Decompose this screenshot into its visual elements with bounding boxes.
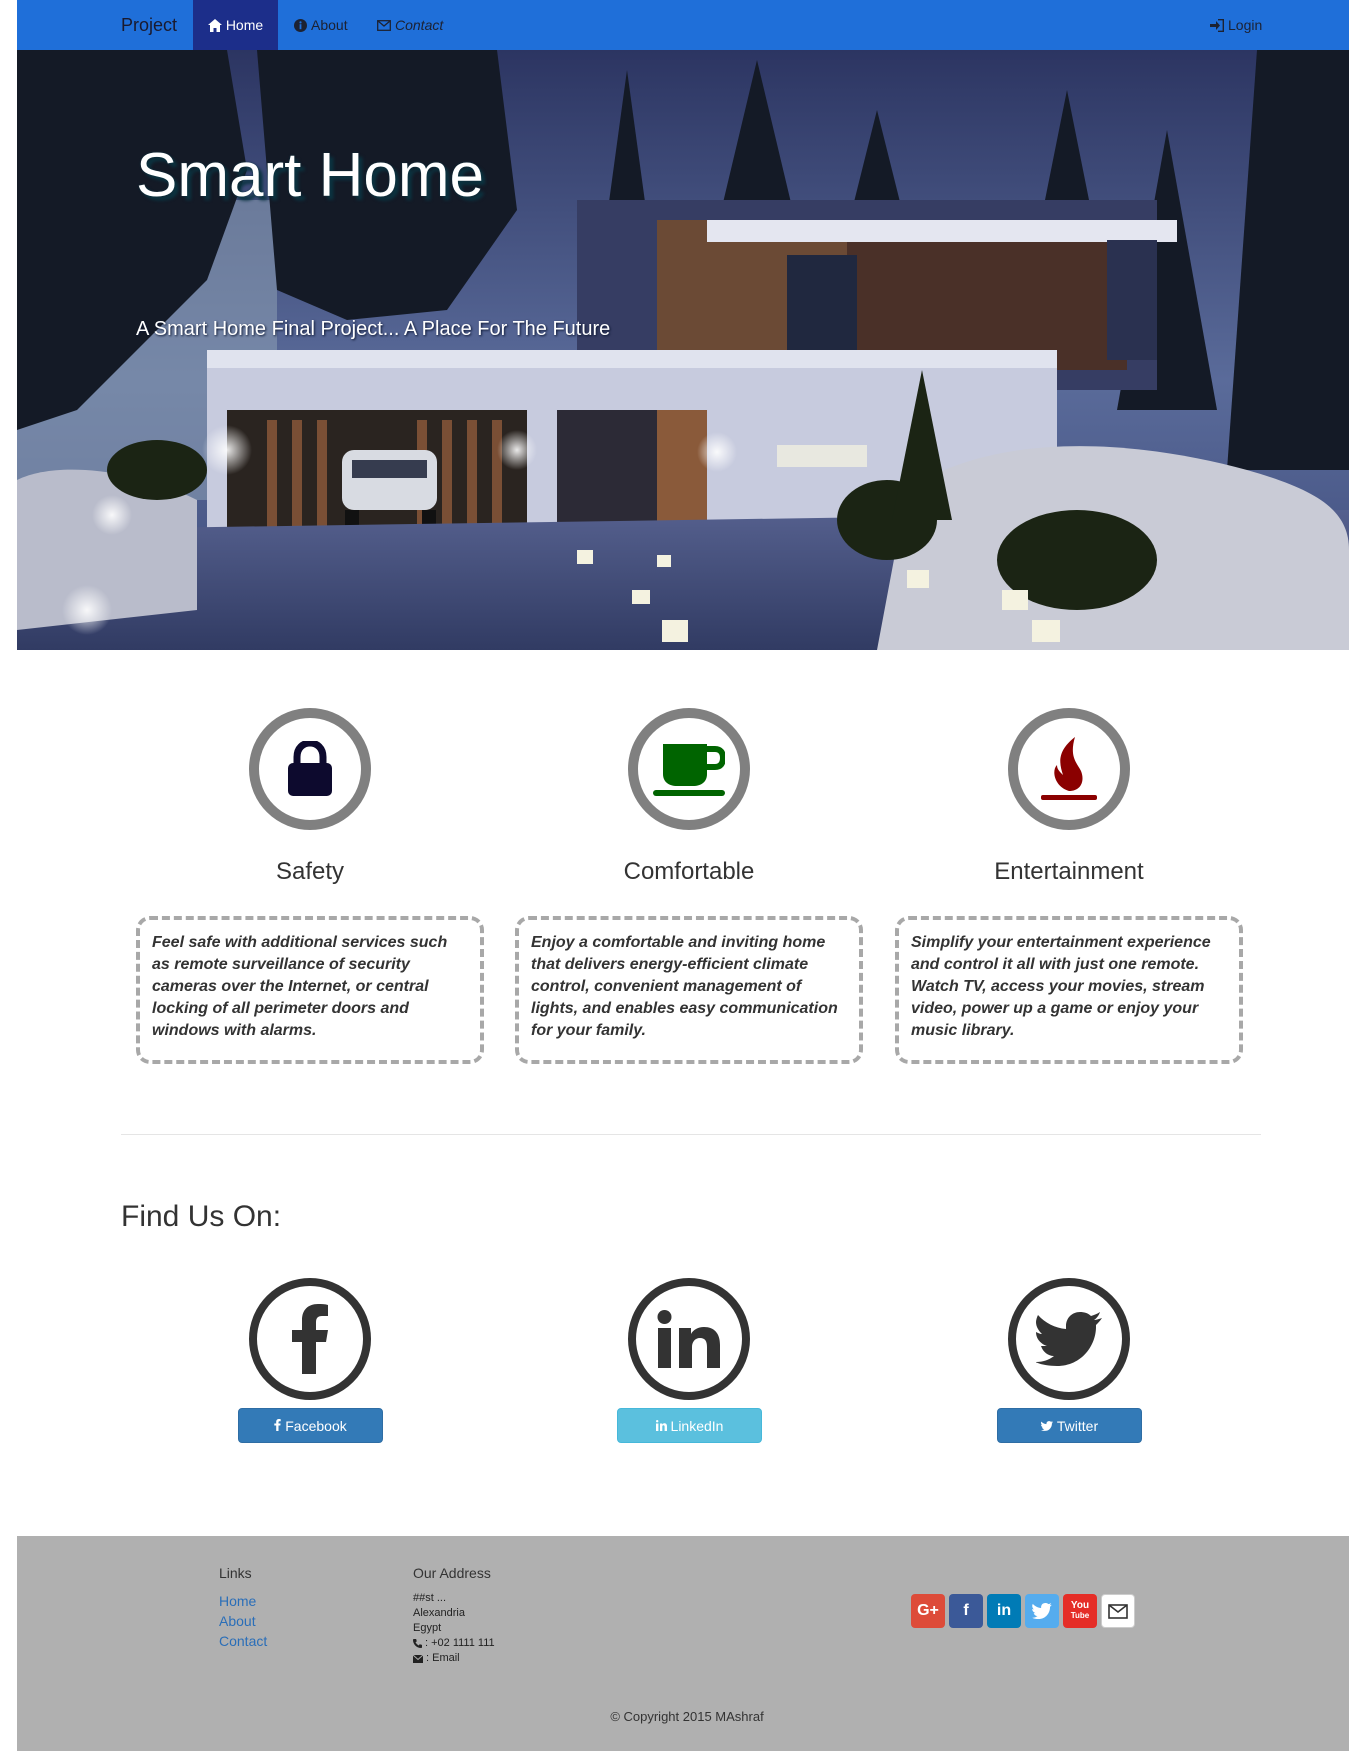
twitter-button-label: Twitter — [1056, 1417, 1099, 1434]
nav-about[interactable]: About — [293, 0, 348, 50]
google-plus-icon[interactable]: G+ — [911, 1594, 945, 1628]
twitter-icon — [1036, 1312, 1102, 1366]
twitter-button[interactable]: Twitter — [997, 1408, 1142, 1443]
footer-social-icons: G+ f in You Tube — [911, 1594, 1135, 1628]
footer-links-heading: Links — [219, 1565, 252, 1581]
footer-link-home[interactable]: Home — [219, 1591, 267, 1611]
hero-subtitle: A Smart Home Final Project... A Place Fo… — [136, 318, 611, 340]
nav-home-label: Home — [225, 17, 264, 33]
facebook-icon — [274, 1418, 281, 1434]
nav-login-label: Login — [1228, 17, 1263, 33]
feature-icon-circle — [1008, 708, 1130, 830]
nav-home[interactable]: Home — [193, 0, 278, 50]
feature-title: Comfortable — [623, 858, 755, 885]
linkedin-icon — [655, 1418, 667, 1434]
feature-description: Simplify your entertainment experience a… — [895, 916, 1243, 1064]
footer-address: ##st ... Alexandria Egypt : +02 1111 111… — [413, 1591, 495, 1666]
lock-icon — [288, 741, 332, 796]
phone-text: : +02 1111 111 — [425, 1637, 495, 1649]
fire-icon — [1041, 737, 1097, 800]
linkedin-circle[interactable] — [628, 1278, 750, 1400]
envelope-icon — [377, 18, 391, 32]
info-circle-icon — [293, 18, 307, 32]
facebook-button[interactable]: Facebook — [238, 1408, 383, 1443]
feature-description: Enjoy a comfortable and inviting home th… — [515, 916, 863, 1064]
login-icon — [1210, 18, 1224, 32]
footer-link-about[interactable]: About — [219, 1611, 267, 1631]
address-phone: : +02 1111 111 — [413, 1636, 495, 1651]
footer-link-contact[interactable]: Contact — [219, 1631, 267, 1651]
youtube-icon[interactable]: You Tube — [1063, 1594, 1097, 1628]
envelope-icon[interactable] — [1101, 1594, 1135, 1628]
hero-title: Smart Home — [136, 141, 484, 210]
address-line: Alexandria — [413, 1607, 465, 1619]
phone-icon — [413, 1639, 422, 1648]
facebook-icon — [292, 1304, 328, 1374]
footer-links: Home About Contact — [219, 1591, 267, 1651]
address-line: ##st ... — [413, 1592, 447, 1604]
nav-contact[interactable]: Contact — [377, 0, 443, 50]
linkedin-icon[interactable]: in — [987, 1594, 1021, 1628]
envelope-icon — [413, 1654, 423, 1663]
feature-icon-circle — [628, 708, 750, 830]
home-icon — [207, 18, 222, 32]
feature-title: Entertainment — [994, 858, 1144, 885]
linkedin-icon — [657, 1310, 720, 1368]
section-divider — [121, 1134, 1261, 1135]
address-line: Egypt — [413, 1622, 442, 1634]
linkedin-button[interactable]: LinkedIn — [617, 1408, 762, 1443]
hero-banner: Smart Home A Smart Home Final Project...… — [17, 50, 1349, 650]
brand-link[interactable]: Project — [121, 0, 177, 50]
find-us-heading: Find Us On: — [121, 1200, 282, 1233]
copyright-text: © Copyright 2015 MAshraf — [610, 1709, 764, 1724]
facebook-circle[interactable] — [249, 1278, 371, 1400]
footer: Links Home About Contact Our Address ##s… — [17, 1536, 1349, 1751]
address-email: : Email — [413, 1651, 495, 1666]
facebook-button-label: Facebook — [285, 1417, 347, 1434]
twitter-circle[interactable] — [1008, 1278, 1130, 1400]
twitter-icon — [1040, 1418, 1053, 1434]
facebook-icon[interactable]: f — [949, 1594, 983, 1628]
email-text[interactable]: : Email — [426, 1651, 460, 1666]
top-navbar: Project Home About Contact Login — [17, 0, 1349, 50]
feature-description: Feel safe with additional services such … — [136, 916, 484, 1064]
nav-login[interactable]: Login — [1210, 0, 1262, 50]
linkedin-button-label: LinkedIn — [670, 1417, 724, 1434]
nav-about-label: About — [311, 17, 348, 33]
coffee-cup-icon — [653, 744, 725, 796]
feature-icon-circle — [249, 708, 371, 830]
nav-contact-label: Contact — [395, 17, 444, 33]
footer-address-heading: Our Address — [413, 1565, 491, 1581]
twitter-icon[interactable] — [1025, 1594, 1059, 1628]
feature-title: Safety — [275, 858, 345, 885]
